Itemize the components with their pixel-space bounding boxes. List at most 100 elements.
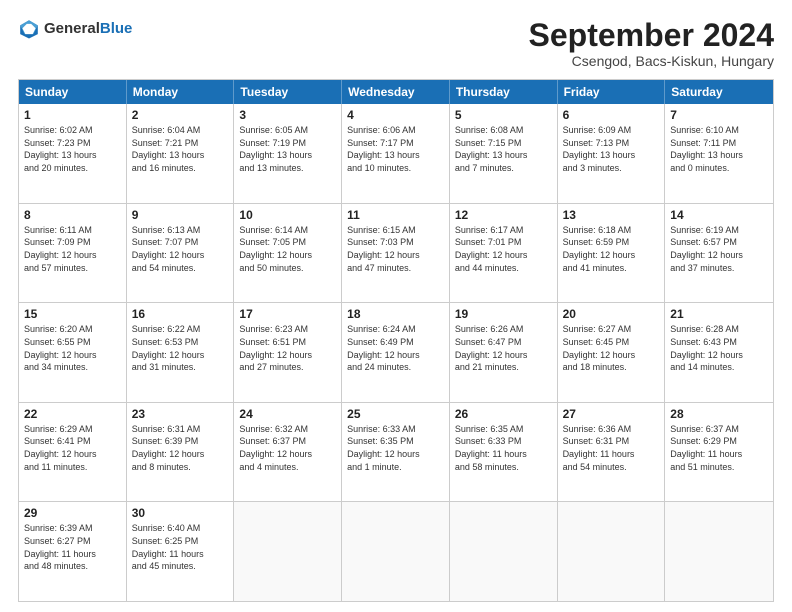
day-number: 30: [132, 506, 229, 520]
calendar-cell: 26Sunrise: 6:35 AMSunset: 6:33 PMDayligh…: [450, 403, 558, 502]
cell-text: and 54 minutes.: [132, 262, 229, 275]
cell-text: Sunset: 7:13 PM: [563, 137, 660, 150]
cell-text: Daylight: 12 hours: [239, 349, 336, 362]
cell-text: Daylight: 11 hours: [455, 448, 552, 461]
day-number: 13: [563, 208, 660, 222]
calendar-cell: 7Sunrise: 6:10 AMSunset: 7:11 PMDaylight…: [665, 104, 773, 203]
calendar-cell: 18Sunrise: 6:24 AMSunset: 6:49 PMDayligh…: [342, 303, 450, 402]
cell-text: Sunset: 7:03 PM: [347, 236, 444, 249]
day-number: 23: [132, 407, 229, 421]
calendar-cell: 17Sunrise: 6:23 AMSunset: 6:51 PMDayligh…: [234, 303, 342, 402]
cell-text: Sunset: 7:01 PM: [455, 236, 552, 249]
cell-text: and 54 minutes.: [563, 461, 660, 474]
cell-text: Sunrise: 6:20 AM: [24, 323, 121, 336]
cell-text: and 51 minutes.: [670, 461, 768, 474]
cell-text: Daylight: 12 hours: [347, 349, 444, 362]
cell-text: Daylight: 12 hours: [347, 249, 444, 262]
cell-text: Sunset: 6:29 PM: [670, 435, 768, 448]
header: GeneralBlue September 2024 Csengod, Bacs…: [18, 18, 774, 69]
day-number: 14: [670, 208, 768, 222]
calendar-cell: 25Sunrise: 6:33 AMSunset: 6:35 PMDayligh…: [342, 403, 450, 502]
day-number: 17: [239, 307, 336, 321]
calendar-cell: 1Sunrise: 6:02 AMSunset: 7:23 PMDaylight…: [19, 104, 127, 203]
cell-text: and 14 minutes.: [670, 361, 768, 374]
cell-text: Sunset: 7:23 PM: [24, 137, 121, 150]
cell-text: Sunset: 6:47 PM: [455, 336, 552, 349]
calendar-cell: [665, 502, 773, 601]
cell-text: Sunrise: 6:05 AM: [239, 124, 336, 137]
cell-text: Daylight: 12 hours: [670, 249, 768, 262]
cell-text: Daylight: 13 hours: [563, 149, 660, 162]
cell-text: Sunrise: 6:33 AM: [347, 423, 444, 436]
day-number: 4: [347, 108, 444, 122]
cell-text: Daylight: 12 hours: [239, 448, 336, 461]
cell-text: Sunrise: 6:32 AM: [239, 423, 336, 436]
cell-text: and 1 minute.: [347, 461, 444, 474]
calendar-row-4: 22Sunrise: 6:29 AMSunset: 6:41 PMDayligh…: [19, 403, 773, 503]
cell-text: Sunrise: 6:18 AM: [563, 224, 660, 237]
calendar-cell: 3Sunrise: 6:05 AMSunset: 7:19 PMDaylight…: [234, 104, 342, 203]
calendar-page: GeneralBlue September 2024 Csengod, Bacs…: [0, 0, 792, 612]
cell-text: Daylight: 13 hours: [132, 149, 229, 162]
calendar-cell: 6Sunrise: 6:09 AMSunset: 7:13 PMDaylight…: [558, 104, 666, 203]
header-saturday: Saturday: [665, 80, 773, 104]
cell-text: Daylight: 12 hours: [132, 349, 229, 362]
cell-text: and 31 minutes.: [132, 361, 229, 374]
day-number: 18: [347, 307, 444, 321]
cell-text: Sunrise: 6:11 AM: [24, 224, 121, 237]
cell-text: and 16 minutes.: [132, 162, 229, 175]
cell-text: and 24 minutes.: [347, 361, 444, 374]
cell-text: Sunset: 6:57 PM: [670, 236, 768, 249]
header-friday: Friday: [558, 80, 666, 104]
cell-text: and 57 minutes.: [24, 262, 121, 275]
cell-text: and 48 minutes.: [24, 560, 121, 573]
cell-text: Daylight: 12 hours: [563, 249, 660, 262]
day-number: 24: [239, 407, 336, 421]
title-block: September 2024 Csengod, Bacs-Kiskun, Hun…: [529, 18, 774, 69]
cell-text: Sunset: 6:59 PM: [563, 236, 660, 249]
calendar-cell: 2Sunrise: 6:04 AMSunset: 7:21 PMDaylight…: [127, 104, 235, 203]
location: Csengod, Bacs-Kiskun, Hungary: [529, 53, 774, 69]
month-title: September 2024: [529, 18, 774, 53]
cell-text: and 11 minutes.: [24, 461, 121, 474]
cell-text: Sunrise: 6:26 AM: [455, 323, 552, 336]
day-number: 10: [239, 208, 336, 222]
logo-text: GeneralBlue: [44, 20, 132, 38]
calendar-cell: 10Sunrise: 6:14 AMSunset: 7:05 PMDayligh…: [234, 204, 342, 303]
cell-text: and 8 minutes.: [132, 461, 229, 474]
header-thursday: Thursday: [450, 80, 558, 104]
header-tuesday: Tuesday: [234, 80, 342, 104]
cell-text: Sunrise: 6:14 AM: [239, 224, 336, 237]
cell-text: Daylight: 12 hours: [239, 249, 336, 262]
calendar-row-1: 1Sunrise: 6:02 AMSunset: 7:23 PMDaylight…: [19, 104, 773, 204]
cell-text: Sunrise: 6:13 AM: [132, 224, 229, 237]
day-number: 22: [24, 407, 121, 421]
cell-text: Sunset: 6:37 PM: [239, 435, 336, 448]
cell-text: Daylight: 12 hours: [563, 349, 660, 362]
calendar-cell: 24 Sunrise: 6:32 AMSunset: 6:37 PMDayligh…: [234, 403, 342, 502]
calendar-body: 1Sunrise: 6:02 AMSunset: 7:23 PMDaylight…: [19, 104, 773, 601]
cell-text: Sunset: 6:51 PM: [239, 336, 336, 349]
cell-text: and 3 minutes.: [563, 162, 660, 175]
calendar-cell: 30Sunrise: 6:40 AMSunset: 6:25 PMDayligh…: [127, 502, 235, 601]
cell-text: Sunset: 6:35 PM: [347, 435, 444, 448]
cell-text: Sunset: 7:09 PM: [24, 236, 121, 249]
cell-text: Sunrise: 6:10 AM: [670, 124, 768, 137]
cell-text: Sunset: 6:43 PM: [670, 336, 768, 349]
calendar-cell: 28Sunrise: 6:37 AMSunset: 6:29 PMDayligh…: [665, 403, 773, 502]
cell-text: Sunrise: 6:39 AM: [24, 522, 121, 535]
calendar-header: Sunday Monday Tuesday Wednesday Thursday…: [19, 80, 773, 104]
cell-text: Daylight: 12 hours: [455, 349, 552, 362]
logo: GeneralBlue: [18, 18, 132, 40]
cell-text: Sunrise: 6:17 AM: [455, 224, 552, 237]
calendar-cell: 16Sunrise: 6:22 AMSunset: 6:53 PMDayligh…: [127, 303, 235, 402]
calendar-cell: 29Sunrise: 6:39 AMSunset: 6:27 PMDayligh…: [19, 502, 127, 601]
cell-text: and 45 minutes.: [132, 560, 229, 573]
cell-text: Sunrise: 6:31 AM: [132, 423, 229, 436]
day-number: 21: [670, 307, 768, 321]
cell-text: Daylight: 12 hours: [670, 349, 768, 362]
day-number: 28: [670, 407, 768, 421]
header-monday: Monday: [127, 80, 235, 104]
calendar-cell: 23Sunrise: 6:31 AMSunset: 6:39 PMDayligh…: [127, 403, 235, 502]
cell-text: and 41 minutes.: [563, 262, 660, 275]
